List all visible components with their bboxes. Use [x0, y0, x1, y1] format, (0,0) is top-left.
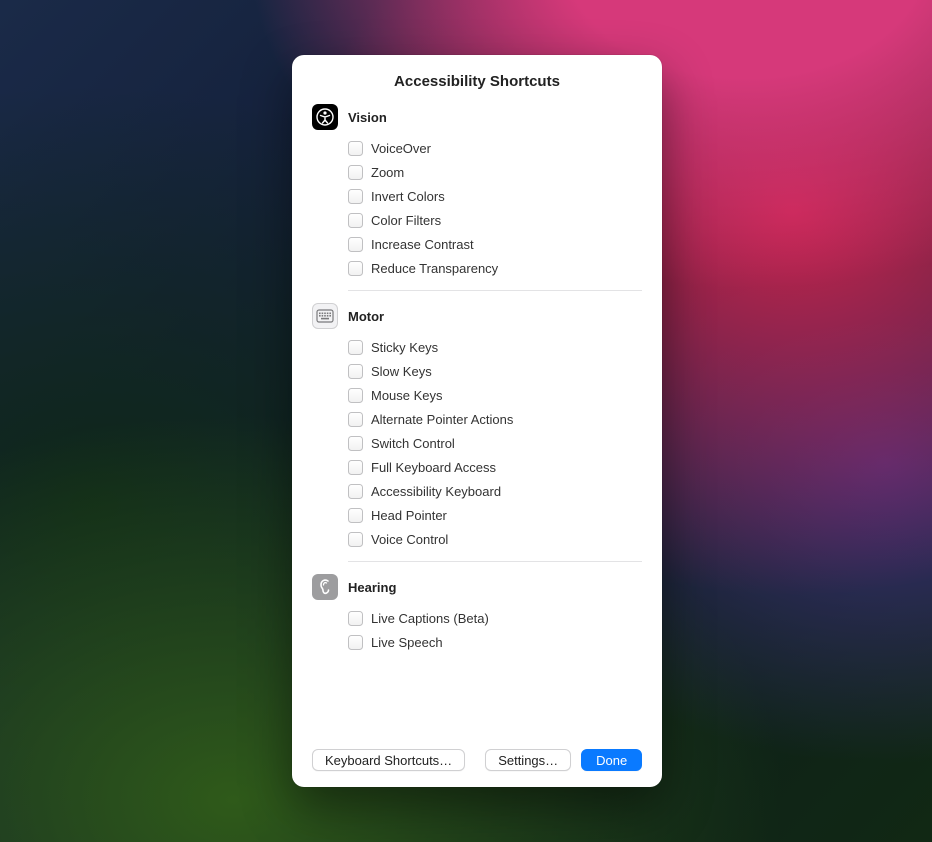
option-label: Live Speech — [371, 635, 443, 650]
accessibility-shortcuts-panel: Accessibility Shortcuts Vision VoiceOver… — [292, 55, 662, 787]
option-label: Increase Contrast — [371, 237, 474, 252]
option-label: Full Keyboard Access — [371, 460, 496, 475]
option-reduce-transparency[interactable]: Reduce Transparency — [348, 256, 642, 280]
section-hearing: Hearing Live Captions (Beta) Live Speech — [312, 574, 642, 654]
option-alternate-pointer-actions[interactable]: Alternate Pointer Actions — [348, 407, 642, 431]
section-header: Hearing — [312, 574, 642, 600]
option-label: Slow Keys — [371, 364, 432, 379]
checkbox[interactable] — [348, 460, 363, 475]
ear-icon — [312, 574, 338, 600]
option-voiceover[interactable]: VoiceOver — [348, 136, 642, 160]
option-label: Accessibility Keyboard — [371, 484, 501, 499]
section-motor: Motor Sticky Keys Slow Keys Mouse Keys A… — [312, 303, 642, 551]
checkbox[interactable] — [348, 340, 363, 355]
option-label: VoiceOver — [371, 141, 431, 156]
checkbox[interactable] — [348, 611, 363, 626]
section-vision: Vision VoiceOver Zoom Invert Colors Colo… — [312, 104, 642, 280]
option-sticky-keys[interactable]: Sticky Keys — [348, 335, 642, 359]
checkbox[interactable] — [348, 364, 363, 379]
option-accessibility-keyboard[interactable]: Accessibility Keyboard — [348, 479, 642, 503]
section-header: Vision — [312, 104, 642, 130]
accessibility-icon — [312, 104, 338, 130]
keyboard-shortcuts-button[interactable]: Keyboard Shortcuts… — [312, 749, 465, 771]
checkbox[interactable] — [348, 484, 363, 499]
option-live-speech[interactable]: Live Speech — [348, 630, 642, 654]
option-color-filters[interactable]: Color Filters — [348, 208, 642, 232]
section-header: Motor — [312, 303, 642, 329]
checkbox[interactable] — [348, 213, 363, 228]
checkbox[interactable] — [348, 532, 363, 547]
checkbox[interactable] — [348, 436, 363, 451]
section-title: Motor — [348, 309, 384, 324]
checkbox[interactable] — [348, 508, 363, 523]
checkbox[interactable] — [348, 189, 363, 204]
done-button[interactable]: Done — [581, 749, 642, 771]
option-mouse-keys[interactable]: Mouse Keys — [348, 383, 642, 407]
option-label: Switch Control — [371, 436, 455, 451]
checkbox[interactable] — [348, 165, 363, 180]
section-title: Hearing — [348, 580, 396, 595]
divider — [348, 561, 642, 562]
option-label: Reduce Transparency — [371, 261, 498, 276]
checkbox[interactable] — [348, 412, 363, 427]
keyboard-icon — [312, 303, 338, 329]
option-label: Live Captions (Beta) — [371, 611, 489, 626]
checkbox[interactable] — [348, 141, 363, 156]
option-label: Voice Control — [371, 532, 448, 547]
checkbox[interactable] — [348, 261, 363, 276]
option-label: Invert Colors — [371, 189, 445, 204]
option-label: Mouse Keys — [371, 388, 443, 403]
options-list: Sticky Keys Slow Keys Mouse Keys Alterna… — [312, 335, 642, 551]
option-increase-contrast[interactable]: Increase Contrast — [348, 232, 642, 256]
settings-button[interactable]: Settings… — [485, 749, 571, 771]
option-slow-keys[interactable]: Slow Keys — [348, 359, 642, 383]
checkbox[interactable] — [348, 635, 363, 650]
option-label: Zoom — [371, 165, 404, 180]
panel-title: Accessibility Shortcuts — [312, 73, 642, 90]
option-head-pointer[interactable]: Head Pointer — [348, 503, 642, 527]
option-label: Color Filters — [371, 213, 441, 228]
option-switch-control[interactable]: Switch Control — [348, 431, 642, 455]
option-voice-control[interactable]: Voice Control — [348, 527, 642, 551]
option-zoom[interactable]: Zoom — [348, 160, 642, 184]
option-invert-colors[interactable]: Invert Colors — [348, 184, 642, 208]
options-list: VoiceOver Zoom Invert Colors Color Filte… — [312, 136, 642, 280]
section-title: Vision — [348, 110, 387, 125]
options-list: Live Captions (Beta) Live Speech — [312, 606, 642, 654]
panel-footer: Keyboard Shortcuts… Settings… Done — [312, 737, 642, 771]
option-live-captions[interactable]: Live Captions (Beta) — [348, 606, 642, 630]
divider — [348, 290, 642, 291]
panel-content: Vision VoiceOver Zoom Invert Colors Colo… — [312, 104, 642, 737]
option-label: Head Pointer — [371, 508, 447, 523]
checkbox[interactable] — [348, 237, 363, 252]
option-full-keyboard-access[interactable]: Full Keyboard Access — [348, 455, 642, 479]
option-label: Alternate Pointer Actions — [371, 412, 513, 427]
option-label: Sticky Keys — [371, 340, 438, 355]
checkbox[interactable] — [348, 388, 363, 403]
